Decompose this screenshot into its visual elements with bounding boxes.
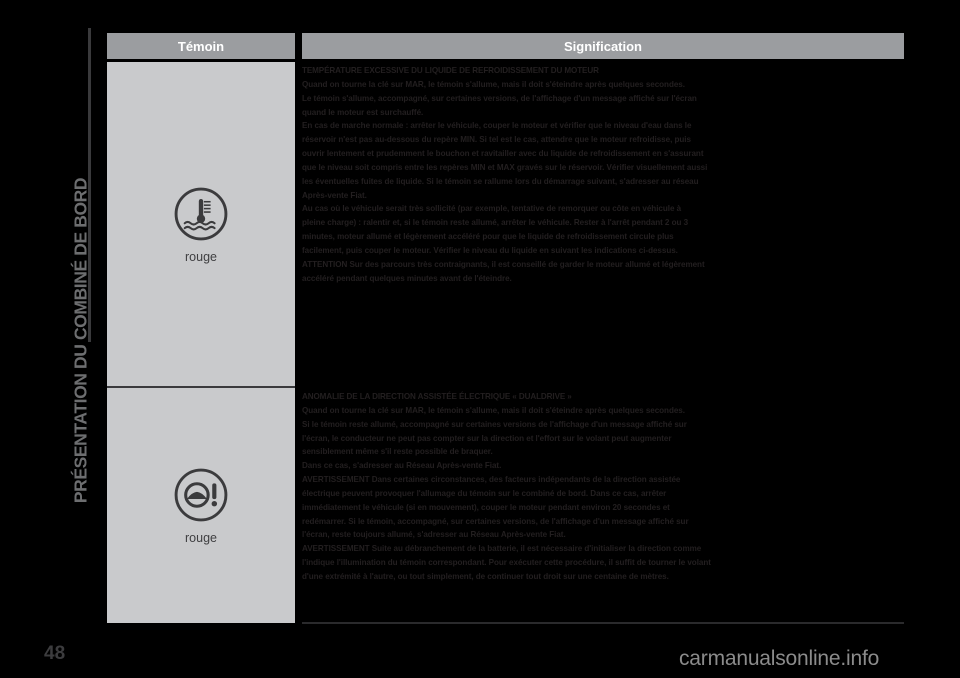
- table-header-row: Témoin Signification: [107, 33, 904, 59]
- signification-line: En cas de marche normale : arrêter le vé…: [302, 121, 692, 131]
- signification-line: AVERTISSEMENT Dans certaines circonstanc…: [302, 475, 681, 485]
- signification-line: AVERTISSEMENT Suite au débranchement de …: [302, 544, 702, 554]
- signification-line: d'une extrémité à l'autre, ou tout simpl…: [302, 571, 669, 581]
- signification-line: l'écran, le conducteur ne peut pas compt…: [302, 433, 672, 443]
- signification-line: pleine charge) : ralentir et, si le témo…: [302, 218, 689, 228]
- column-header-temoin: Témoin: [107, 33, 295, 59]
- chapter-title-rule: [88, 28, 91, 342]
- table-row: rouge: [107, 62, 295, 386]
- column-header-signification: Signification: [302, 33, 904, 59]
- signification-line: Quand on tourne la clé sur MAR, le témoi…: [302, 405, 685, 415]
- signification-line: sensiblement même s'il reste possible de…: [302, 447, 493, 457]
- signification-cell-row-1: TEMPÉRATURE EXCESSIVE DU LIQUIDE DE REFR…: [302, 62, 904, 286]
- signification-line: immédiatement le véhicule (si en mouveme…: [302, 502, 670, 512]
- signification-line: ouvrir lentement et prudemment le boucho…: [302, 149, 704, 159]
- signification-column: TEMPÉRATURE EXCESSIVE DU LIQUIDE DE REFR…: [302, 62, 904, 623]
- signification-line: ATTENTION Sur des parcours très contraig…: [302, 259, 705, 269]
- signification-line: les éventuelles fuites de liquide. Si le…: [302, 176, 699, 186]
- temoin-color-label: rouge: [185, 531, 217, 545]
- table-bottom-rule: [302, 622, 904, 624]
- signification-line: Au cas où le véhicule serait très sollic…: [302, 204, 682, 214]
- signification-line: Quand on tourne la clé sur MAR, le témoi…: [302, 79, 685, 89]
- table-row: rouge: [107, 388, 295, 623]
- signification-line: Après-vente Fiat.: [302, 190, 367, 200]
- page-number: 48: [44, 643, 66, 664]
- signification-line: facilement, puis couper le moteur. Vérif…: [302, 245, 678, 255]
- signification-line: redémarrer. Si le témoin, accompagné, su…: [302, 516, 689, 526]
- signification-line: l'écran, reste toujours allumé, s'adress…: [302, 530, 566, 540]
- signification-line: Le témoin s'allume, accompagné, sur cert…: [302, 93, 697, 103]
- signification-cell-row-2: ANOMALIE DE LA DIRECTION ASSISTÉE ÉLECTR…: [302, 388, 904, 584]
- temoin-color-label: rouge: [185, 249, 217, 264]
- signification-line: Dans ce cas, s'adresser au Réseau Après-…: [302, 461, 502, 471]
- signification-line: réservoir n'est pas au-dessous du repère…: [302, 135, 691, 145]
- signification-line: ANOMALIE DE LA DIRECTION ASSISTÉE ÉLECTR…: [302, 392, 572, 401]
- table-body: rouge rouge TEMPÉRATURE EXCESSIVE DU LIQ…: [107, 62, 904, 623]
- coolant-temperature-warning-icon: [172, 185, 230, 243]
- electric-power-steering-warning-icon: [172, 466, 230, 524]
- warning-lights-table: Témoin Signification rouge rouge TEMPÉRA…: [107, 33, 904, 624]
- signification-line: que le niveau soit compris entre les rep…: [302, 162, 708, 172]
- signification-line: accéléré pendant quelques minutes avant …: [302, 273, 512, 283]
- signification-line: électrique peuvent provoquer l'allumage …: [302, 488, 667, 498]
- chapter-title-sidebar: PRÉSENTATION DU COMBINÉ DE BORD: [0, 0, 100, 678]
- signification-line: TEMPÉRATURE EXCESSIVE DU LIQUIDE DE REFR…: [302, 66, 599, 75]
- signification-line: quand le moteur est surchauffé.: [302, 107, 424, 117]
- temoin-column: rouge rouge: [107, 62, 295, 623]
- signification-line: Si le témoin reste allumé, accompagné su…: [302, 419, 687, 429]
- signification-line: l'indique l'illumination du témoin corre…: [302, 558, 711, 568]
- signification-line: minutes, moteur allumé et légèrement acc…: [302, 232, 674, 242]
- site-watermark: carmanualsonline.info: [679, 647, 880, 670]
